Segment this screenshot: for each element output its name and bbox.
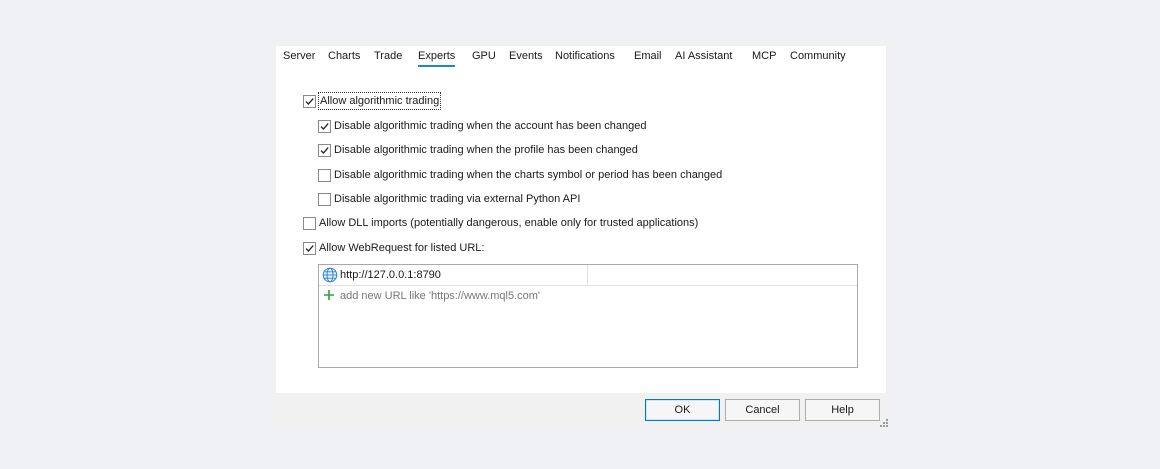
url-list-item[interactable]: http://127.0.0.1:8790 bbox=[319, 265, 857, 286]
allow-dll-imports-label: Allow DLL imports (potentially dangerous… bbox=[319, 217, 699, 229]
tab-experts[interactable]: Experts bbox=[418, 49, 456, 67]
tab-notifications[interactable]: Notifications bbox=[555, 49, 615, 67]
checkmark-icon bbox=[320, 147, 329, 154]
allow-dll-imports-checkbox[interactable] bbox=[303, 217, 316, 230]
checkmark-icon bbox=[305, 245, 314, 252]
resize-grip-icon[interactable] bbox=[879, 418, 889, 428]
tab-gpu[interactable]: GPU bbox=[472, 49, 496, 67]
ok-button[interactable]: OK bbox=[645, 399, 720, 421]
url-list[interactable]: http://127.0.0.1:8790 add new URL like '… bbox=[318, 264, 858, 368]
allow-algo-trading-label: Allow algorithmic trading bbox=[317, 92, 442, 110]
allow-algo-trading-checkbox[interactable] bbox=[303, 95, 316, 108]
tab-mcp[interactable]: MCP bbox=[752, 49, 776, 67]
tab-trade[interactable]: Trade bbox=[374, 49, 402, 67]
disable-python-api-label: Disable algorithmic trading via external… bbox=[334, 193, 581, 205]
disable-python-api-checkbox[interactable] bbox=[318, 193, 331, 206]
tab-server[interactable]: Server bbox=[283, 49, 315, 67]
allow-webrequest-label: Allow WebRequest for listed URL: bbox=[319, 242, 485, 254]
disable-on-profile-change-checkbox[interactable] bbox=[318, 144, 331, 157]
tab-email[interactable]: Email bbox=[634, 49, 662, 67]
tab-events[interactable]: Events bbox=[509, 49, 543, 67]
disable-on-account-change-label: Disable algorithmic trading when the acc… bbox=[334, 120, 647, 132]
help-button[interactable]: Help bbox=[805, 399, 880, 421]
options-panel: Server Charts Trade Experts GPU Events N… bbox=[276, 46, 886, 393]
allow-webrequest-checkbox[interactable] bbox=[303, 242, 316, 255]
options-dialog: Server Charts Trade Experts GPU Events N… bbox=[270, 40, 890, 429]
globe-icon bbox=[322, 267, 338, 283]
disable-on-symbol-change-checkbox[interactable] bbox=[318, 169, 331, 182]
checkmark-icon bbox=[305, 98, 314, 105]
cancel-button[interactable]: Cancel bbox=[725, 399, 800, 421]
add-url-row[interactable]: add new URL like 'https://www.mql5.com' bbox=[319, 287, 857, 305]
column-divider bbox=[587, 265, 588, 285]
add-url-placeholder: add new URL like 'https://www.mql5.com' bbox=[340, 290, 541, 302]
tab-ai-assistant[interactable]: AI Assistant bbox=[675, 49, 732, 67]
disable-on-symbol-change-label: Disable algorithmic trading when the cha… bbox=[334, 169, 723, 181]
tab-charts[interactable]: Charts bbox=[328, 49, 360, 67]
disable-on-profile-change-label: Disable algorithmic trading when the pro… bbox=[334, 144, 638, 156]
disable-on-account-change-checkbox[interactable] bbox=[318, 120, 331, 133]
checkmark-icon bbox=[320, 123, 329, 130]
tab-community[interactable]: Community bbox=[790, 49, 846, 67]
tab-bar: Server Charts Trade Experts GPU Events N… bbox=[276, 46, 886, 70]
plus-icon bbox=[324, 290, 334, 300]
url-text: http://127.0.0.1:8790 bbox=[340, 269, 441, 281]
